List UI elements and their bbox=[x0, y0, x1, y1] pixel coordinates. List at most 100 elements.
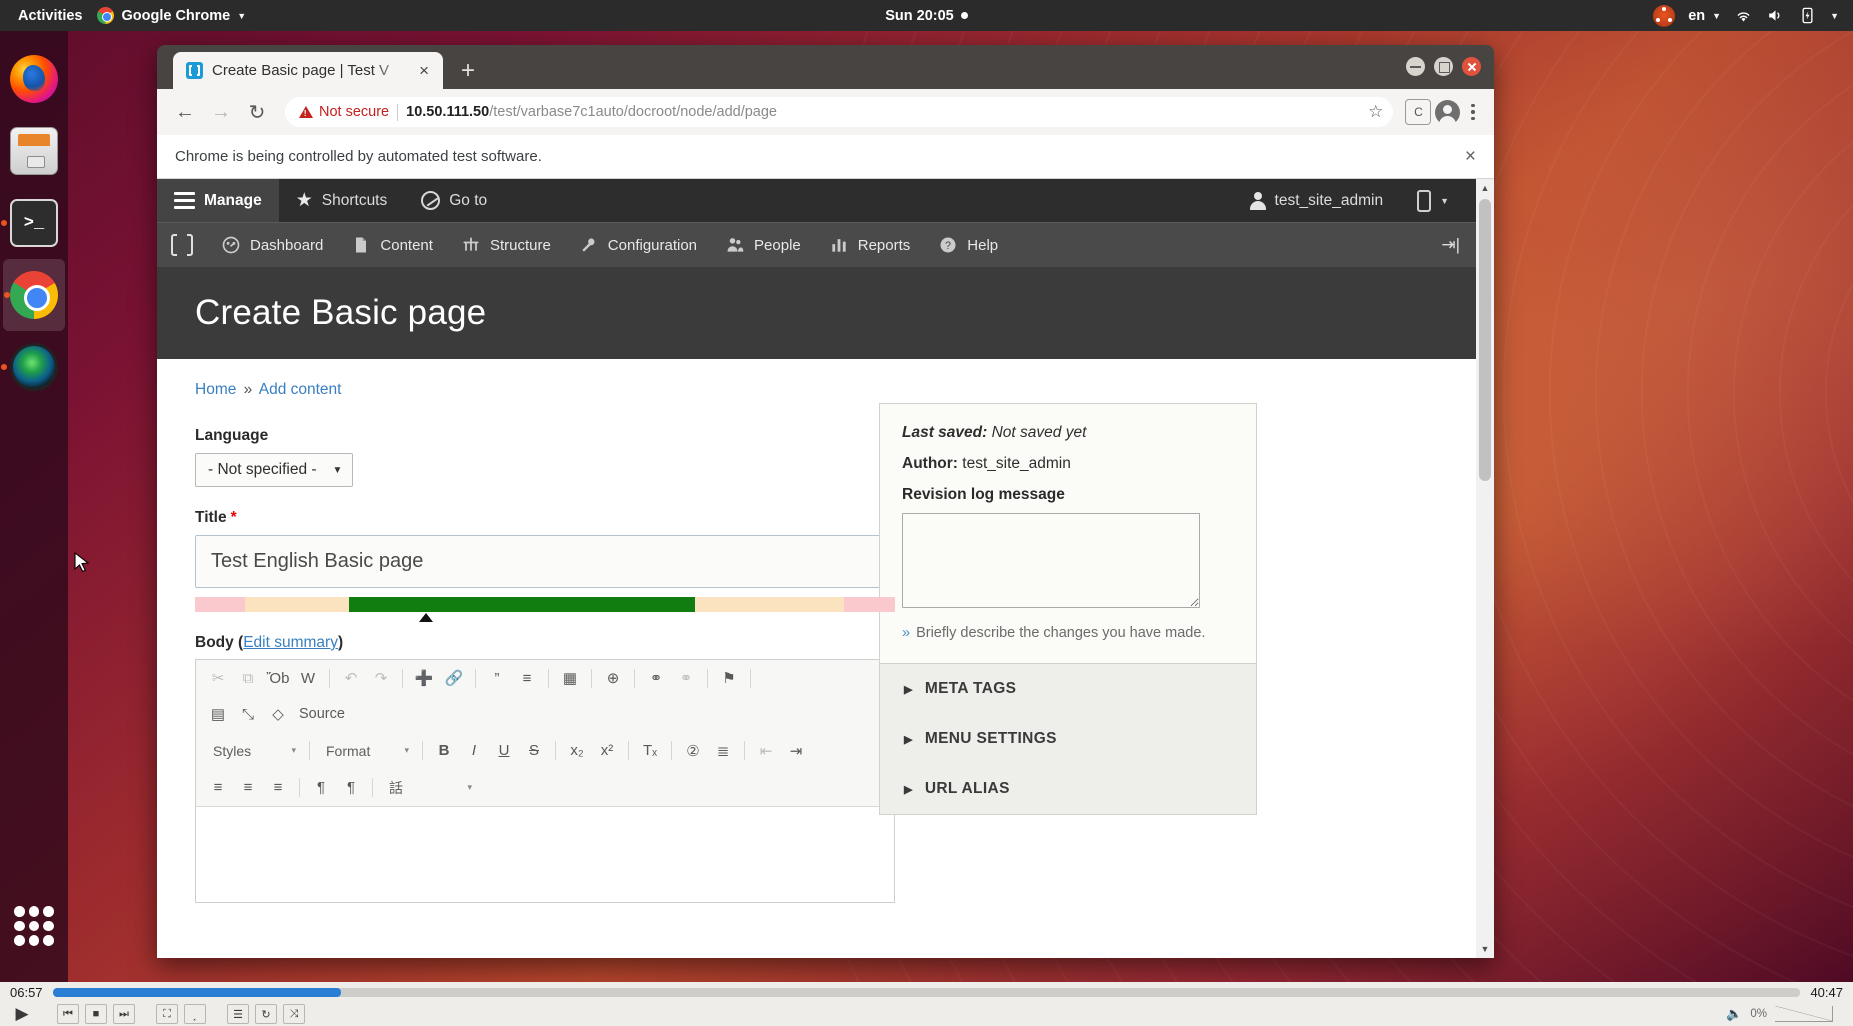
dock-item-chrome[interactable] bbox=[3, 259, 65, 331]
previous-button[interactable]: ⏮ bbox=[57, 1004, 79, 1024]
bookmark-star-icon[interactable]: ☆ bbox=[1368, 102, 1383, 122]
anchor-link-icon[interactable]: 🔗 bbox=[440, 665, 468, 691]
app-menu-google-chrome[interactable]: Google Chrome ▼ bbox=[97, 7, 246, 24]
play-button[interactable]: ▶ bbox=[8, 1004, 36, 1024]
copy-icon[interactable]: ⧉ bbox=[234, 665, 262, 691]
close-infobar-button[interactable]: × bbox=[1465, 146, 1476, 168]
styles-dropdown[interactable]: Styles ▾ bbox=[204, 737, 302, 764]
outdent-icon[interactable]: ⇤ bbox=[752, 738, 780, 764]
scroll-up-button[interactable]: ▲ bbox=[1476, 179, 1494, 197]
dock-item-firefox[interactable] bbox=[0, 43, 68, 115]
numbered-list-icon[interactable]: ② bbox=[679, 738, 707, 764]
stop-button[interactable]: ■ bbox=[85, 1004, 107, 1024]
clock-area[interactable]: Sun 20:05 bbox=[0, 8, 1853, 24]
volume-slider[interactable] bbox=[1775, 1006, 1833, 1022]
bold-icon[interactable]: B bbox=[430, 738, 458, 764]
show-blocks-icon[interactable]: ▤ bbox=[204, 701, 232, 727]
accordion-url-alias[interactable]: ▶ URL ALIAS bbox=[880, 764, 1256, 814]
extension-button[interactable]: C bbox=[1405, 99, 1432, 125]
text-direction-ltr-icon[interactable]: ¶ bbox=[307, 775, 335, 801]
format-dropdown[interactable]: Format ▾ bbox=[317, 737, 415, 764]
profile-avatar-icon[interactable] bbox=[1435, 99, 1461, 125]
align-center-icon[interactable]: ≡ bbox=[234, 775, 262, 801]
loop-button[interactable]: ↻ bbox=[255, 1004, 277, 1024]
horizontal-rule-icon[interactable]: ≡ bbox=[513, 665, 541, 691]
collapse-toolbar-button[interactable]: ⇥| bbox=[1441, 235, 1476, 255]
templates-icon[interactable]: ➕ bbox=[410, 665, 438, 691]
toolbar-tab-manage[interactable]: Manage bbox=[157, 179, 279, 222]
maximize-icon[interactable]: ⤡ bbox=[234, 701, 262, 727]
system-menu-chevron-icon[interactable]: ▼ bbox=[1830, 11, 1839, 21]
sidebar-item-configuration[interactable]: Configuration bbox=[565, 223, 711, 268]
new-tab-button[interactable]: + bbox=[461, 59, 475, 83]
speaker-icon[interactable]: 🔈 bbox=[1726, 1006, 1742, 1022]
keyboard-layout-menu[interactable]: en ▼ bbox=[1688, 8, 1721, 24]
next-button[interactable]: ⏭ bbox=[113, 1004, 135, 1024]
dock-item-files[interactable] bbox=[0, 115, 68, 187]
edit-summary-link[interactable]: Edit summary bbox=[243, 634, 338, 651]
show-applications-button[interactable] bbox=[14, 906, 54, 946]
minimize-window-button[interactable] bbox=[1406, 57, 1425, 76]
sidebar-item-people[interactable]: People bbox=[711, 223, 815, 268]
align-right-icon[interactable]: ≡ bbox=[264, 775, 292, 801]
accordion-meta-tags[interactable]: ▶ META TAGS bbox=[880, 664, 1256, 714]
shuffle-button[interactable]: ⤨ bbox=[283, 1004, 305, 1024]
sidebar-item-content[interactable]: Content bbox=[337, 223, 447, 268]
toolbar-tab-goto[interactable]: Go to bbox=[404, 179, 504, 222]
seek-slider[interactable] bbox=[52, 987, 1801, 997]
dock-item-camera[interactable] bbox=[0, 331, 68, 403]
cut-icon[interactable]: ✂ bbox=[204, 665, 232, 691]
subscript-icon[interactable]: x₂ bbox=[563, 738, 591, 764]
indent-icon[interactable]: ⇥ bbox=[782, 738, 810, 764]
language-select[interactable]: - Not specified - ▼ bbox=[195, 453, 354, 487]
paste-from-word-icon[interactable]: W bbox=[294, 665, 322, 691]
sidebar-item-structure[interactable]: Structure bbox=[447, 223, 565, 268]
breadcrumb-link-home[interactable]: Home bbox=[195, 381, 236, 398]
browser-tab[interactable]: Create Basic page | Test V × bbox=[173, 52, 443, 89]
paste-icon[interactable]: Ὄb bbox=[264, 665, 292, 691]
scroll-down-button[interactable]: ▼ bbox=[1476, 940, 1494, 958]
not-secure-indicator[interactable]: Not secure bbox=[299, 104, 389, 120]
toolbar-device-preview[interactable]: ▼ bbox=[1400, 179, 1466, 222]
back-button[interactable]: ← bbox=[169, 96, 201, 128]
chrome-menu-button[interactable] bbox=[1464, 103, 1482, 121]
undo-icon[interactable]: ↶ bbox=[337, 665, 365, 691]
editor-content-area[interactable] bbox=[196, 806, 894, 902]
sidebar-item-dashboard[interactable]: Dashboard bbox=[207, 223, 337, 268]
address-bar[interactable]: Not secure 10.50.111.50/test/varbase7c1a… bbox=[285, 97, 1394, 127]
reload-button[interactable]: ↻ bbox=[241, 96, 273, 128]
close-tab-button[interactable]: × bbox=[416, 60, 432, 81]
link-icon[interactable]: ⚭ bbox=[642, 665, 670, 691]
effects-button[interactable]: ⸼ bbox=[184, 1004, 206, 1024]
activities-button[interactable]: Activities bbox=[18, 8, 82, 24]
table-icon[interactable]: ▦ bbox=[556, 665, 584, 691]
playlist-button[interactable]: ☰ bbox=[227, 1004, 249, 1024]
italic-icon[interactable]: I bbox=[460, 738, 488, 764]
sidebar-item-help[interactable]: ? Help bbox=[924, 223, 1012, 268]
toolbar-user-menu[interactable]: test_site_admin bbox=[1232, 179, 1401, 222]
underline-icon[interactable]: U bbox=[490, 738, 518, 764]
text-direction-rtl-icon[interactable]: ¶ bbox=[337, 775, 365, 801]
fullscreen-button[interactable]: ⛶ bbox=[156, 1004, 178, 1024]
maximize-window-button[interactable] bbox=[1434, 57, 1453, 76]
scrollbar-thumb[interactable] bbox=[1479, 199, 1491, 481]
forward-button[interactable]: → bbox=[205, 96, 237, 128]
sidebar-item-reports[interactable]: Reports bbox=[815, 223, 925, 268]
redo-icon[interactable]: ↷ bbox=[367, 665, 395, 691]
flag-icon[interactable]: ⚑ bbox=[715, 665, 743, 691]
close-window-button[interactable] bbox=[1462, 57, 1481, 76]
unlink-icon[interactable]: ⚭ bbox=[672, 665, 700, 691]
language-dropdown[interactable]: 話 ▾ bbox=[380, 774, 478, 801]
title-input[interactable]: Test English Basic page bbox=[195, 535, 895, 588]
strikethrough-icon[interactable]: S bbox=[520, 738, 548, 764]
revision-log-textarea[interactable] bbox=[902, 513, 1200, 608]
blockquote-icon[interactable]: ” bbox=[483, 665, 511, 691]
accordion-menu-settings[interactable]: ▶ MENU SETTINGS bbox=[880, 714, 1256, 764]
source-label[interactable]: Source bbox=[299, 706, 345, 722]
admin-menu-home[interactable] bbox=[157, 223, 207, 268]
remove-format-icon[interactable]: Tₓ bbox=[636, 738, 664, 764]
page-scrollbar[interactable]: ▲ ▼ bbox=[1476, 179, 1494, 958]
volume-control[interactable]: 🔈 0% bbox=[1726, 1006, 1845, 1022]
toolbar-tab-shortcuts[interactable]: ★ Shortcuts bbox=[279, 179, 405, 222]
dock-item-terminal[interactable]: >_ bbox=[0, 187, 68, 259]
